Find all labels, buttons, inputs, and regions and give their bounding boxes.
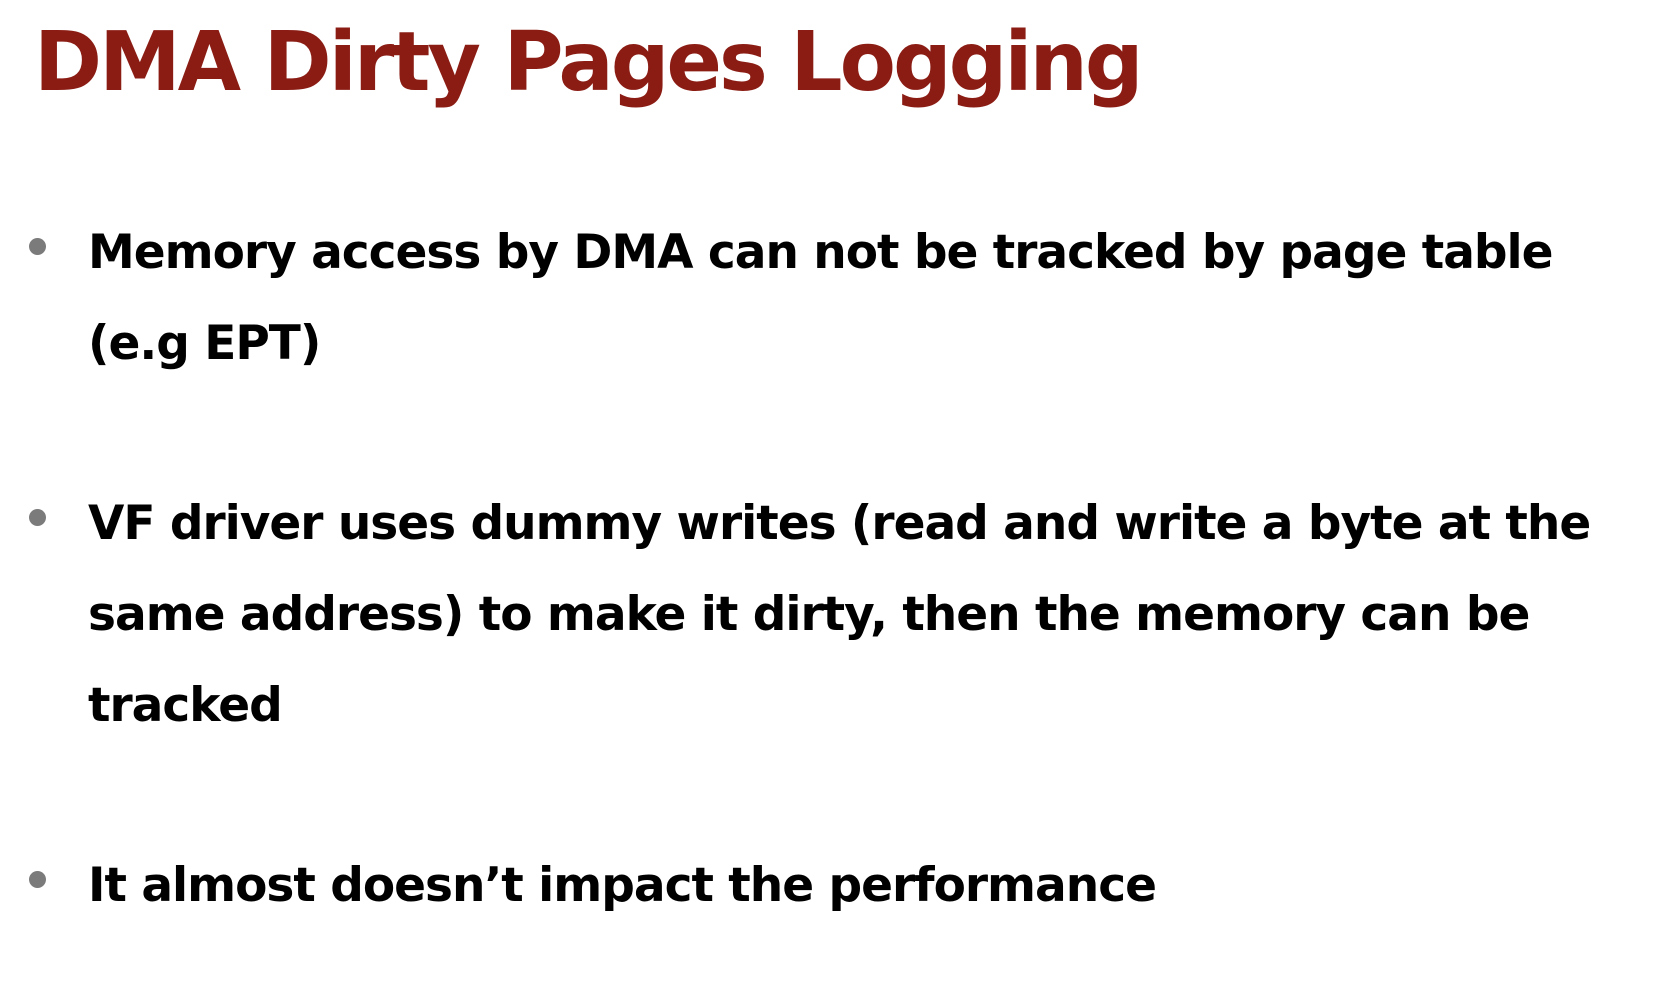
slide: DMA Dirty Pages Logging Memory access by…: [0, 0, 1678, 982]
bullet-dot-icon: [29, 871, 46, 888]
bullet-text: It almost doesn’t impact the performance: [88, 858, 1157, 913]
bullet-dot-icon: [29, 509, 46, 526]
bullet-text: Memory access by DMA can not be tracked …: [88, 225, 1554, 371]
bullet-text: VF driver uses dummy writes (read and wr…: [88, 496, 1591, 733]
bullet-dot-icon: [29, 238, 46, 255]
bullet-list: Memory access by DMA can not be tracked …: [0, 0, 1678, 982]
